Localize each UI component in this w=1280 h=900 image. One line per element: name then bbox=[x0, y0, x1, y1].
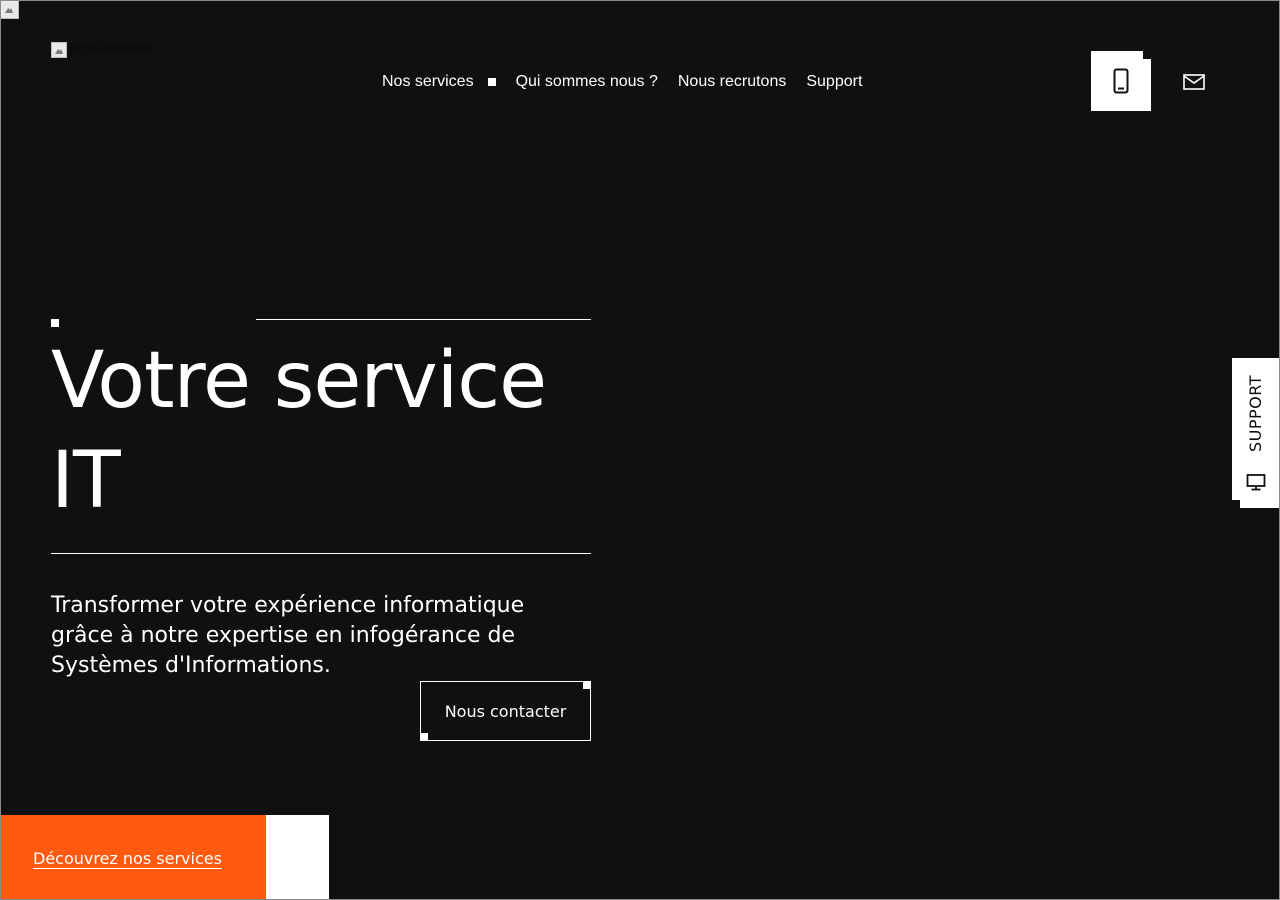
broken-image-icon bbox=[1, 1, 19, 19]
nav-item-nous-recrutons[interactable]: Nous recrutons bbox=[678, 73, 787, 91]
smartphone-icon bbox=[1113, 68, 1129, 94]
discover-services-decor bbox=[266, 815, 329, 899]
hero-divider-bottom bbox=[51, 553, 591, 554]
hero-title: Votre service IT bbox=[51, 336, 547, 526]
nav-item-nos-services[interactable]: Nos services bbox=[382, 73, 474, 91]
phone-button[interactable] bbox=[1091, 51, 1151, 111]
hero-subtitle: Transformer votre expérience informatiqu… bbox=[51, 593, 525, 678]
hero-divider-top bbox=[256, 319, 591, 320]
nav-item-support[interactable]: Support bbox=[806, 73, 862, 91]
logo-alt-text: logo-tekinova bbox=[69, 40, 153, 56]
logo-link[interactable]: logo-tekinova bbox=[51, 40, 153, 58]
button-corner-decor bbox=[583, 681, 591, 689]
broken-image-icon bbox=[51, 42, 67, 58]
hero-decor-dot bbox=[51, 319, 59, 327]
page: logo-tekinova Nos services Qui sommes no… bbox=[0, 0, 1280, 900]
discover-services-banner: Découvrez nos services bbox=[1, 815, 266, 899]
nav-item-qui-sommes-nous[interactable]: Qui sommes nous ? bbox=[516, 73, 658, 91]
discover-services-link[interactable]: Découvrez nos services bbox=[33, 849, 222, 868]
main-nav: Nos services Qui sommes nous ? Nous recr… bbox=[382, 71, 862, 93]
envelope-icon bbox=[1183, 74, 1205, 90]
contact-button-label: Nous contacter bbox=[444, 701, 567, 721]
nav-dropdown-indicator bbox=[487, 78, 496, 86]
mail-button[interactable] bbox=[1173, 61, 1215, 103]
support-tab-label: SUPPORT bbox=[1246, 375, 1265, 453]
contact-button[interactable]: Nous contacter bbox=[420, 681, 591, 741]
button-corner-decor bbox=[420, 733, 428, 741]
monitor-icon bbox=[1246, 474, 1266, 491]
support-side-tab[interactable]: SUPPORT bbox=[1232, 358, 1279, 508]
